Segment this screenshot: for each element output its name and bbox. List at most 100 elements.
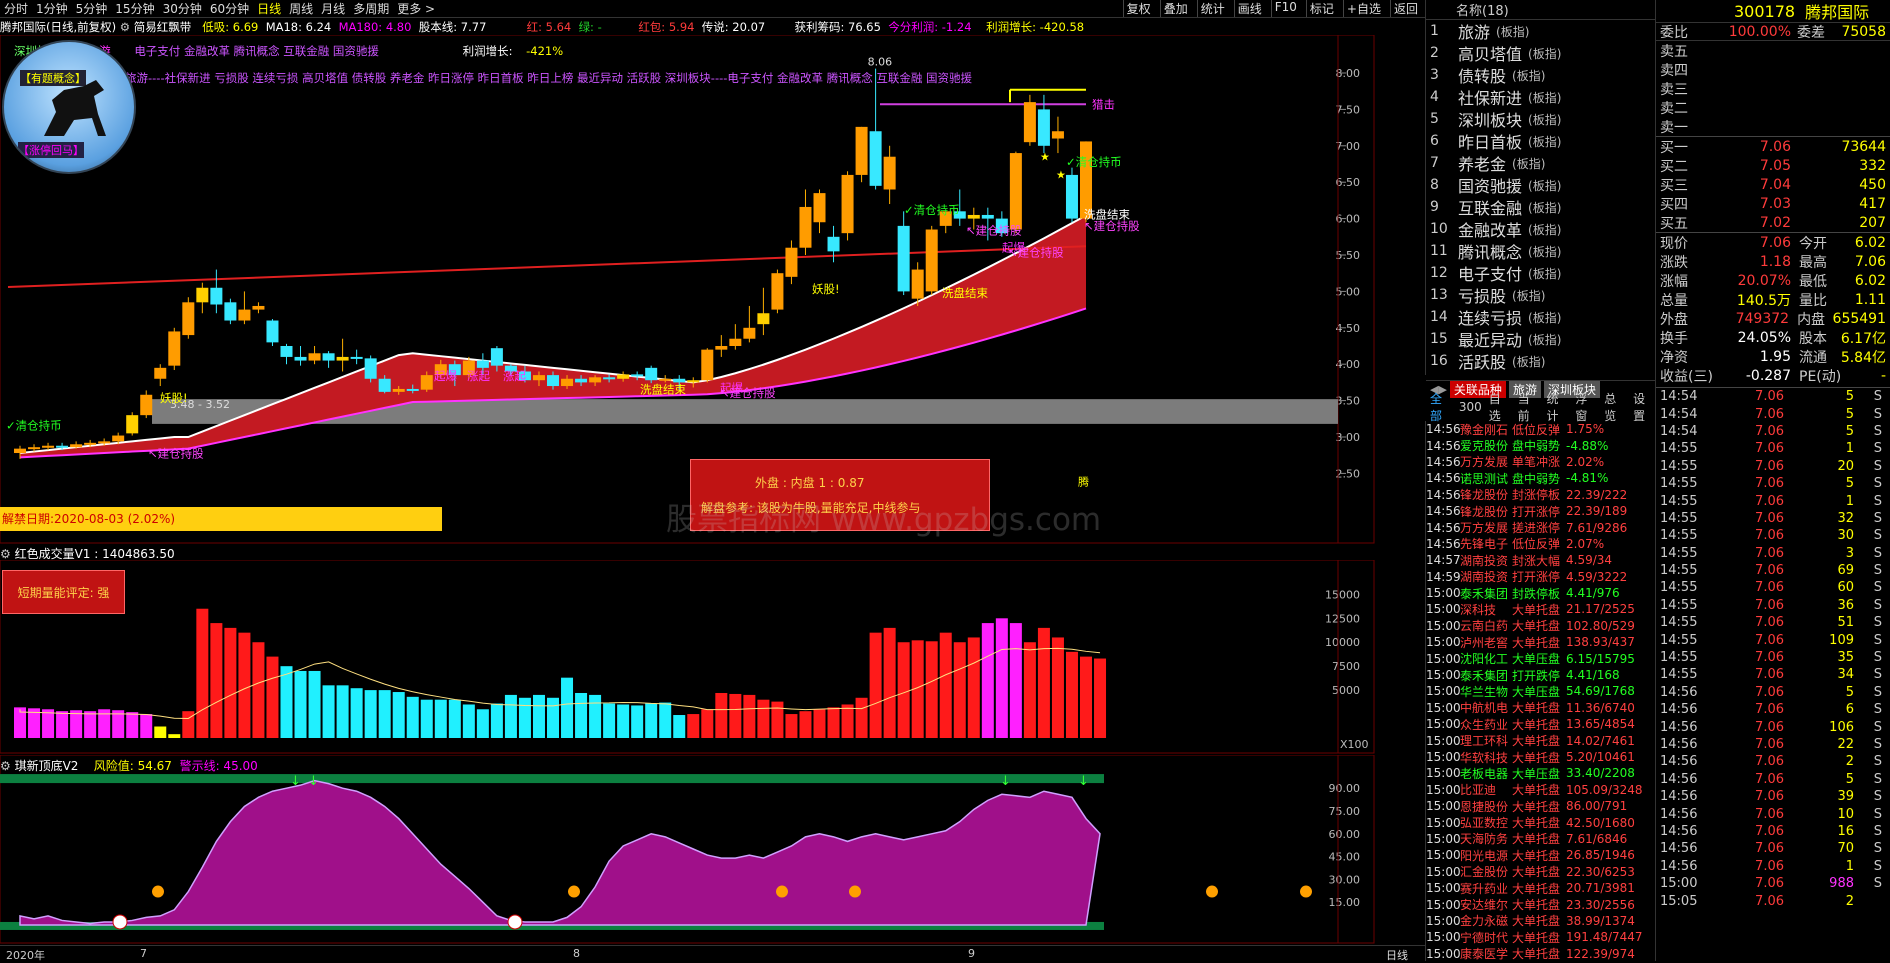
alert-row[interactable]: 15:00 安达维尔 大单托盘 23.30/2556 [1426,896,1655,913]
alert-event: 低位反弹 [1512,422,1561,437]
alert-row[interactable]: 14:56 诺思测试 盘中弱势 -4.81% [1426,470,1655,486]
period-tab[interactable]: 周线 [289,0,313,17]
alert-row[interactable]: 14:57 湖南投资 封涨大幅 4.59/34 [1426,552,1655,568]
alert-row[interactable]: 15:00 理工环科 大单托盘 14.02/7461 [1426,732,1655,749]
period-tab[interactable]: 30分钟 [163,0,202,17]
huaxian-button[interactable]: 画线 [1233,0,1265,17]
alert-row[interactable]: 15:00 众生药业 大单托盘 13.65/4854 [1426,716,1655,732]
volume-bar [575,692,588,738]
sector-item[interactable]: 5 深圳板块 (板指) [1426,108,1655,130]
back-button[interactable]: 返回 [1389,0,1421,17]
gear-icon[interactable]: ⚙ [0,547,11,561]
sector-item[interactable]: 8 国资驰援 (板指) [1426,174,1655,196]
alert-row[interactable]: 14:56 万方发展 搓进涨停 7.61/9286 [1426,519,1655,536]
sector-item[interactable]: 11 腾讯概念 (板指) [1426,240,1655,262]
gear-icon[interactable]: ⚙ [120,20,130,34]
sector-item[interactable]: 12 电子支付 (板指) [1426,262,1655,284]
alert-row[interactable]: 14:56 锋龙股份 打开涨停 22.39/189 [1426,503,1655,519]
fuquan-button[interactable]: 复权 [1122,0,1154,17]
period-tab[interactable]: 更多 > [397,0,435,17]
subtab[interactable]: 300 [1459,400,1482,414]
alert-row[interactable]: 15:00 华软科技 大单托盘 5.20/10461 [1426,749,1655,765]
sector-item[interactable]: 9 互联金融 (板指) [1426,196,1655,218]
signal-label: 涨起 [503,369,526,383]
alert-stock: 比亚迪 [1460,783,1497,798]
buy-level[interactable]: 买一 7.06 73644 [1656,137,1890,156]
period-tab[interactable]: 5分钟 [76,0,108,17]
alert-row[interactable]: 15:00 华兰生物 大单压盘 54.69/1768 [1426,683,1655,699]
volume-chart[interactable]: 15000 12500 10000 7500 5000 X100 [0,560,1380,755]
sector-item[interactable]: 2 高贝塔值 (板指) [1426,42,1655,64]
alert-row[interactable]: 15:00 汇金股份 大单托盘 22.30/6253 [1426,864,1655,880]
sector-item[interactable]: 13 亏损股 (板指) [1426,284,1655,306]
alert-row[interactable]: 14:56 万方发展 单笔冲涨 2.02% [1426,454,1655,470]
alert-row[interactable]: 15:00 云南白药 大单托盘 102.80/529 [1426,618,1655,634]
alert-row[interactable]: 15:00 泰禾集团 封跌停板 4.41/976 [1426,585,1655,601]
subtab[interactable]: 全部 [1430,390,1452,424]
subtab[interactable]: 统计 [1547,390,1569,424]
alert-row[interactable]: 15:00 宁德时代 大单托盘 191.48/7447 [1426,929,1655,945]
alert-row[interactable]: 15:00 金力永磁 大单托盘 38.99/1374 [1426,913,1655,929]
alert-row[interactable]: 15:00 老板电器 大单压盘 33.40/2208 [1426,765,1655,781]
alert-row[interactable]: 15:00 恩捷股份 大单托盘 86.00/791 [1426,798,1655,814]
sector-item[interactable]: 16 活跃股 (板指) [1426,350,1655,372]
alert-row[interactable]: 15:00 中航机电 大单托盘 11.36/6740 [1426,700,1655,716]
alert-row[interactable]: 14:56 豫金刚石 低位反弹 1.75% [1426,421,1655,437]
buy-level[interactable]: 买五 7.02 207 [1656,213,1890,232]
sell-label: 卖三 [1660,81,1688,98]
sector-item[interactable]: 15 最近异动 (板指) [1426,328,1655,350]
period-tab[interactable]: 15分钟 [115,0,154,17]
alert-row[interactable]: 14:56 爱克股份 盘中弱势 -4.88% [1426,437,1655,454]
sector-item[interactable]: 14 连续亏损 (板指) [1426,306,1655,328]
alert-row[interactable]: 14:59 湖南投资 打开涨停 4.59/3222 [1426,569,1655,585]
sector-item[interactable]: 1 旅游 (板指) [1426,20,1655,42]
alert-row[interactable]: 15:00 泸州老窖 大单托盘 138.93/437 [1426,634,1655,650]
subtab[interactable]: 自选 [1489,390,1511,424]
alert-row[interactable]: 15:00 阳光电源 大单托盘 26.85/1946 [1426,847,1655,863]
add-watchlist-button[interactable]: +自选 [1342,0,1384,17]
alert-row[interactable]: 15:00 沈阳化工 大单压盘 6.15/15795 [1426,650,1655,667]
candle-body [364,358,377,379]
biaoji-button[interactable]: 标记 [1305,0,1337,17]
sector-item[interactable]: 3 债转股 (板指) [1426,64,1655,86]
indicator-name[interactable]: 简易红飘带 [134,20,192,34]
subtab[interactable]: 总览 [1604,390,1626,424]
tongji-button[interactable]: 统计 [1196,0,1228,17]
sector-item[interactable]: 4 社保新进 (板指) [1426,86,1655,108]
risk-chart[interactable]: 90.00 75.00 60.00 45.00 30.00 15.00 ↓ ↓ ↓ ↓ [0,755,1380,945]
subtab[interactable]: 浮窗 [1575,390,1597,424]
buy-level[interactable]: 买四 7.03 417 [1656,194,1890,213]
alert-row[interactable]: 15:00 比亚迪 大单托盘 105.09/3248 [1426,782,1655,798]
volume-bar [785,714,798,738]
sector-item[interactable]: 6 昨日首板 (板指) [1426,130,1655,152]
subtab[interactable]: 设置 [1633,390,1655,424]
period-tab[interactable]: 月线 [321,0,345,17]
period-tab[interactable]: 60分钟 [210,0,249,17]
period-tab[interactable]: 多周期 [353,0,389,17]
alert-row[interactable]: 15:00 深科技 大单托盘 21.17/2525 [1426,601,1655,617]
buy-level[interactable]: 买三 7.04 450 [1656,175,1890,194]
buy-level[interactable]: 买二 7.05 332 [1656,156,1890,175]
alert-row[interactable]: 15:00 康泰医学 大单托盘 122.39/974 [1426,946,1655,961]
period-tab[interactable]: 分时 [4,0,28,17]
f10-button[interactable]: F10 [1270,0,1300,17]
alert-row[interactable]: 15:00 赛升药业 大单托盘 20.71/3981 [1426,880,1655,896]
alert-row[interactable]: 14:56 先锋电子 低位反弹 2.07% [1426,536,1655,552]
candle-body [687,380,700,383]
sell-level: 卖二 [1656,98,1890,117]
money-bag-icon [776,885,788,898]
alert-row[interactable]: 15:00 天海防务 大单托盘 7.61/6846 [1426,831,1655,847]
alert-row[interactable]: 15:00 泰禾集团 打开跌停 4.41/168 [1426,667,1655,683]
period-tab[interactable]: 1分钟 [36,0,68,17]
alert-value: 22.39/222 [1566,487,1628,502]
sector-item[interactable]: 10 金融改革 (板指) [1426,218,1655,240]
volume-indicator-label[interactable]: 红色成交量V1 : 1404863.50 [15,547,175,561]
subtab[interactable]: 当前 [1518,390,1540,424]
sector-item[interactable]: 7 养老金 (板指) [1426,152,1655,174]
alert-row[interactable]: 14:56 锋龙股份 封涨停板 22.39/222 [1426,487,1655,503]
sector-list-header[interactable]: 名称(18) [1426,0,1655,20]
signal-label: 妖股! [160,391,188,405]
period-tab-active[interactable]: 日线 [257,0,281,17]
alert-row[interactable]: 15:00 弘亚数控 大单托盘 42.50/1680 [1426,814,1655,831]
diejia-button[interactable]: 叠加 [1159,0,1191,17]
